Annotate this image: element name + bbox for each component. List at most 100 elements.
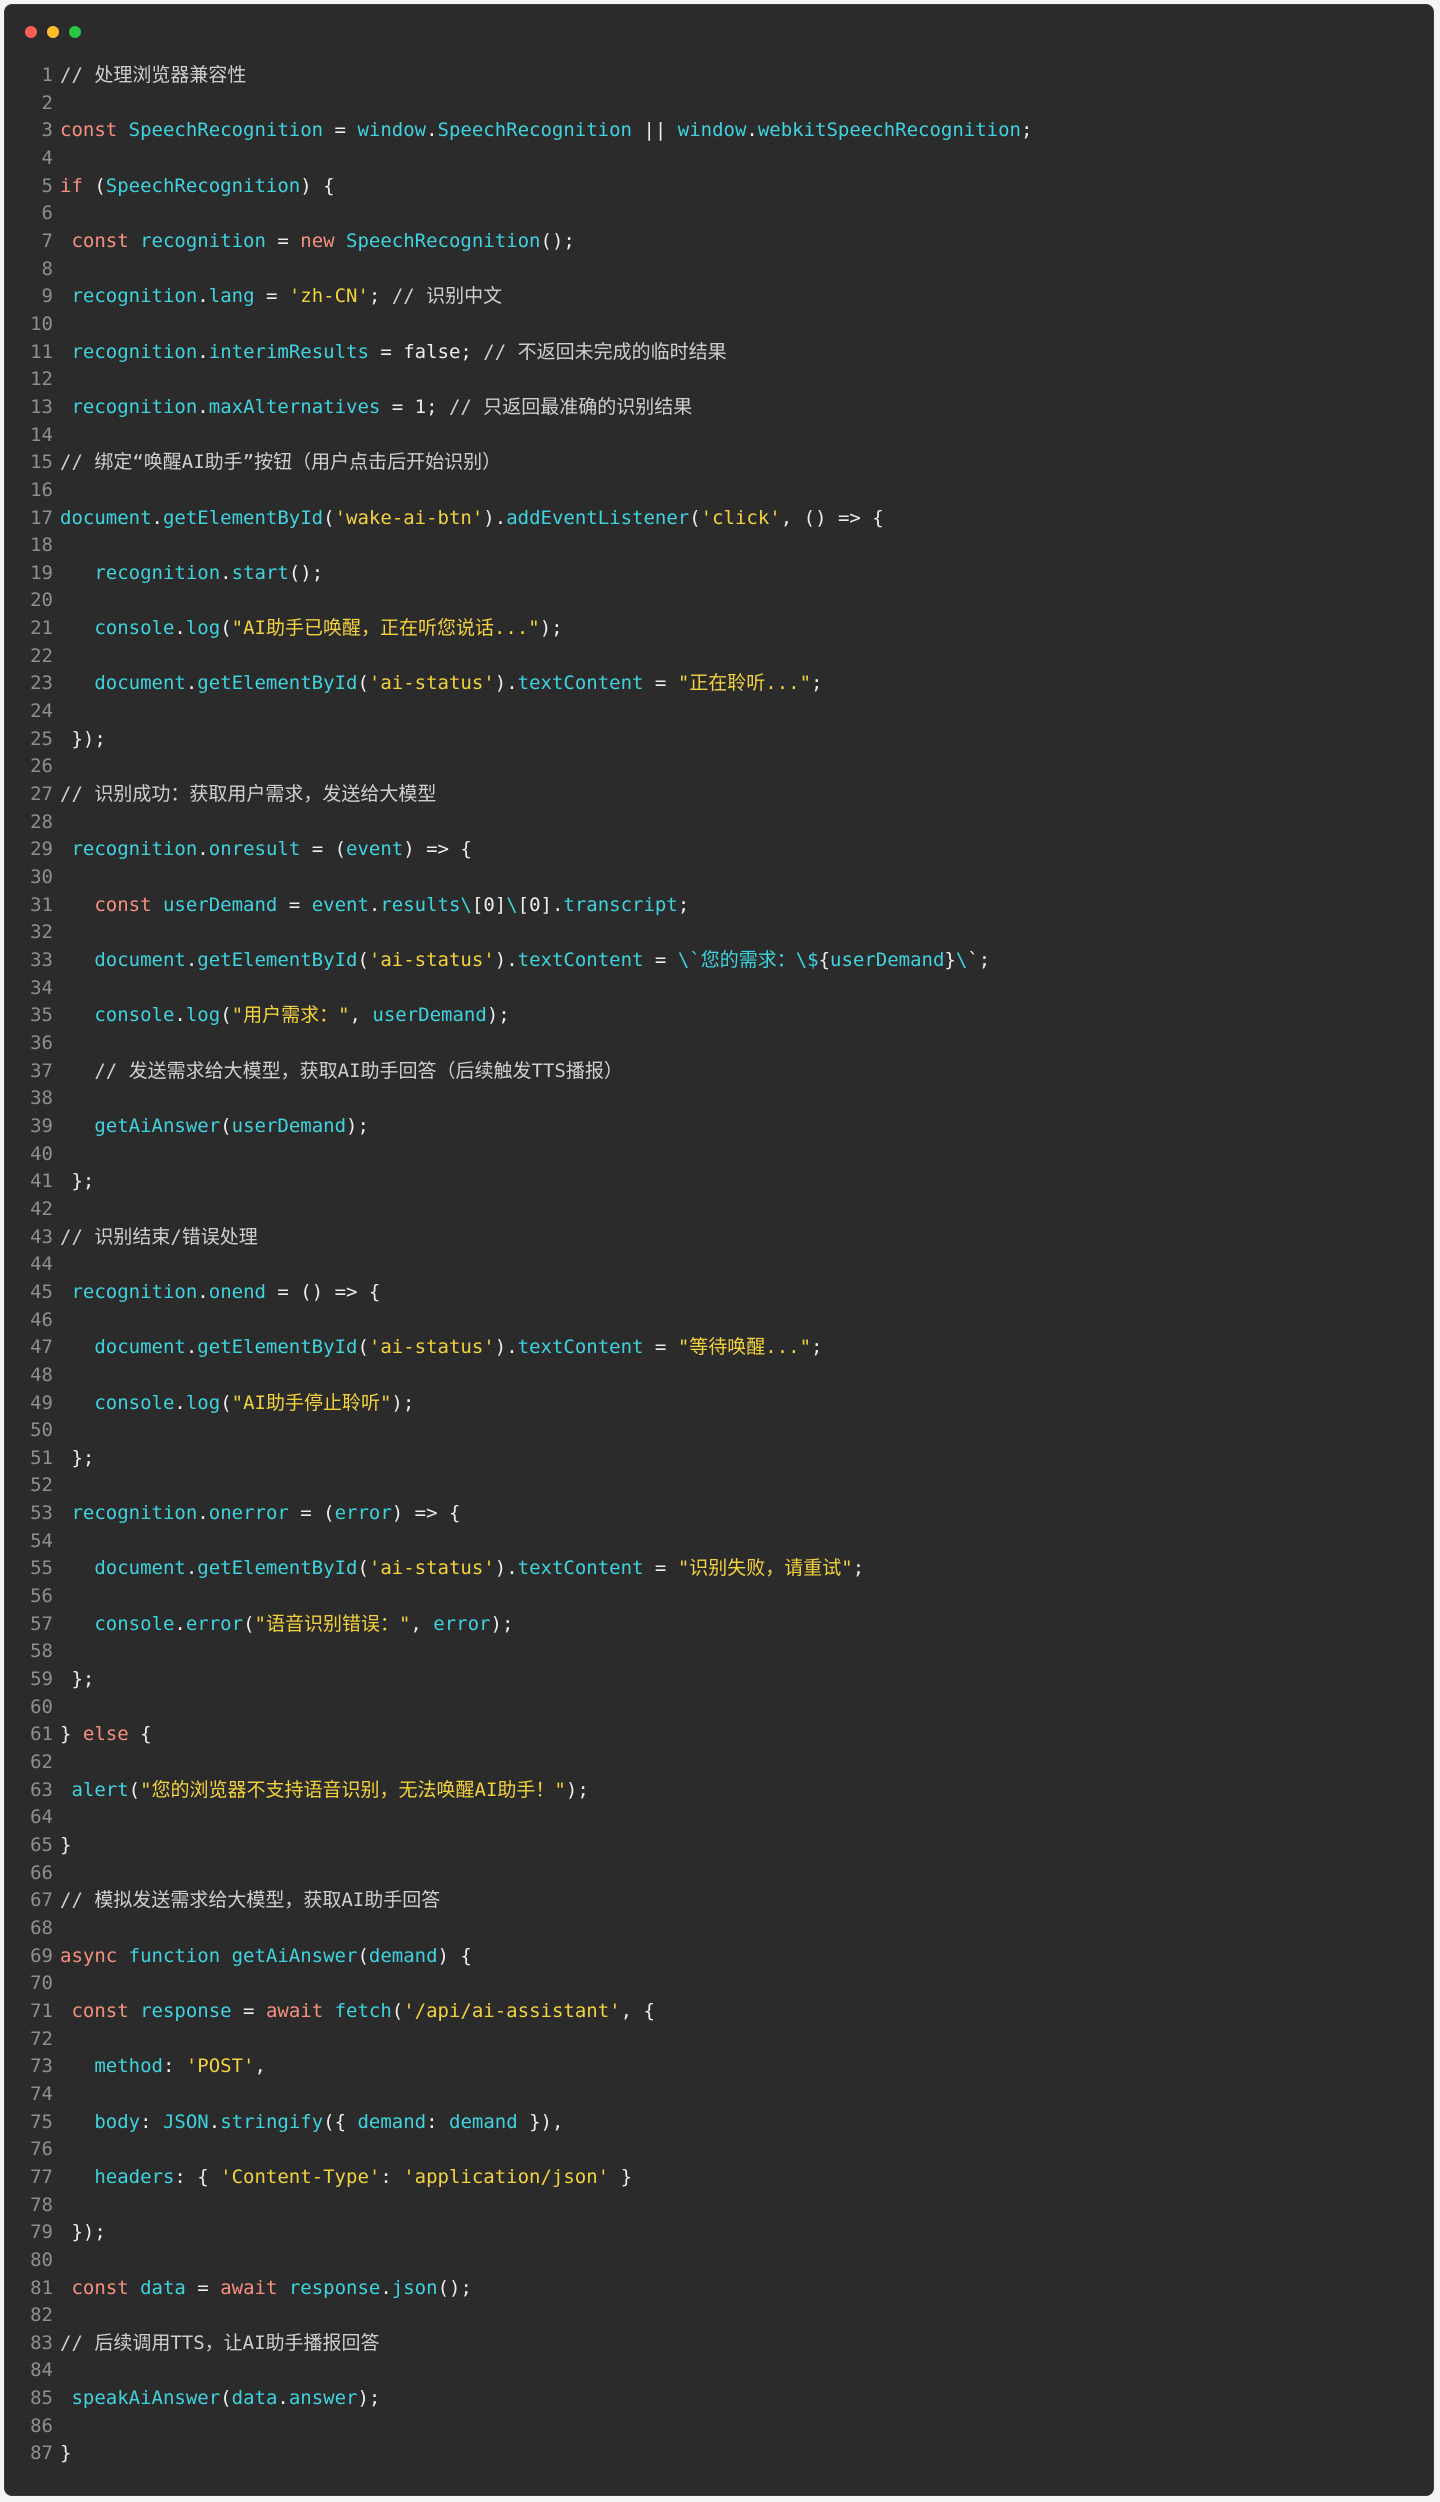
line-number: 3: [41, 119, 53, 142]
code-token: );: [357, 2387, 381, 2410]
code-token: getAiAnswer: [94, 1114, 221, 1137]
code-text: console.log("AI助手已唤醒，正在听您说话...");: [60, 615, 563, 643]
code-token: onresult: [208, 838, 301, 861]
code-token: results: [380, 893, 461, 916]
code-token: (: [220, 1004, 232, 1027]
code-token: (: [94, 174, 106, 197]
code-token: .: [185, 1336, 198, 1359]
code-token: (: [220, 617, 232, 640]
code-line: 38: [5, 1085, 1433, 1113]
close-window-icon[interactable]: [25, 26, 37, 38]
code-line: 2: [5, 90, 1433, 118]
code-line: 11 recognition.interimResults = false; /…: [5, 339, 1433, 367]
code-token: 'wake-ai-btn': [334, 506, 484, 529]
code-line: 83 // 后续调用TTS，让AI助手播报回答: [5, 2330, 1433, 2358]
code-token: .: [197, 1502, 209, 1525]
line-number: 44: [30, 1253, 53, 1276]
code-text: const response = await fetch('/api/ai-as…: [60, 1998, 654, 2026]
code-text: // 模拟发送需求给大模型，获取AI助手回答: [60, 1887, 440, 1915]
code-line: 20: [5, 587, 1433, 615]
code-token: textContent: [517, 1557, 644, 1580]
code-token: // 处理浏览器兼容性: [60, 64, 247, 86]
code-line: 76: [5, 2136, 1433, 2164]
code-token: .: [197, 838, 209, 861]
code-line: 49 console.log("AI助手停止聆听");: [5, 1390, 1433, 1418]
code-line: 10: [5, 311, 1433, 339]
code-line: 46: [5, 1307, 1433, 1335]
code-token: console: [94, 617, 175, 640]
line-number: 72: [30, 2027, 53, 2050]
code-editor[interactable]: 1// 处理浏览器兼容性 2 3 const SpeechRecognition = …: [5, 62, 1433, 2468]
line-number: 38: [30, 1087, 53, 1110]
code-line: 22: [5, 643, 1433, 671]
line-number: 40: [30, 1142, 53, 1165]
code-line: 8: [5, 256, 1433, 284]
code-line: 36: [5, 1030, 1433, 1058]
code-token: \`您的需求：\$: [677, 949, 819, 971]
code-token: );: [539, 617, 563, 640]
code-line: 45 recognition.onend = () => {: [5, 1279, 1433, 1307]
line-number: 60: [30, 1695, 53, 1718]
line-number: 24: [30, 700, 53, 723]
code-token: {: [818, 949, 831, 971]
code-line: 32: [5, 919, 1433, 947]
code-line: 37 // 发送需求给大模型，获取AI助手回答（后续触发TTS播报）: [5, 1058, 1433, 1086]
code-token: (: [689, 506, 701, 529]
code-token: getElementById: [197, 1336, 358, 1359]
code-text: };: [60, 1445, 94, 1473]
code-token: textContent: [517, 1336, 644, 1359]
code-token: =: [265, 229, 301, 252]
code-token: // 识别中文: [391, 285, 503, 308]
code-token: ).: [494, 1336, 518, 1359]
zoom-window-icon[interactable]: [69, 26, 81, 38]
code-text: recognition.lang = 'zh-CN'; // 识别中文: [60, 283, 502, 311]
code-text: body: JSON.stringify({ demand: demand })…: [60, 2109, 563, 2137]
minimize-window-icon[interactable]: [47, 26, 59, 38]
code-token: :: [140, 2110, 163, 2133]
code-token: .: [174, 617, 186, 640]
code-token: headers: [94, 2165, 175, 2188]
code-line: 85 speakAiAnswer(data.answer);: [5, 2385, 1433, 2413]
code-text: document.getElementById('ai-status').tex…: [60, 1555, 864, 1583]
code-text: const recognition = new SpeechRecognitio…: [60, 228, 574, 256]
code-text: };: [60, 1168, 94, 1196]
code-token: .: [426, 119, 438, 142]
code-token: ).: [494, 949, 518, 971]
code-token: ;: [852, 1557, 865, 1580]
code-token: document: [94, 1336, 186, 1359]
code-token: , () => {: [780, 506, 884, 529]
code-token: addEventListener: [506, 506, 690, 529]
code-token: console: [94, 1612, 175, 1635]
code-token: ).: [494, 672, 518, 695]
code-line: 79 });: [5, 2219, 1433, 2247]
line-number: 56: [30, 1585, 53, 1608]
code-token: response: [140, 1999, 232, 2022]
code-token: ();: [437, 2276, 472, 2299]
line-number: 75: [30, 2110, 53, 2133]
code-line: 84: [5, 2357, 1433, 2385]
code-token: start: [231, 561, 289, 584]
code-token: SpeechRecognition: [437, 119, 632, 142]
code-token: SpeechRecognition: [346, 229, 541, 252]
code-token: 'POST': [185, 2055, 255, 2078]
line-number: 43: [30, 1225, 53, 1248]
code-line: 80: [5, 2247, 1433, 2275]
code-line: 44: [5, 1251, 1433, 1279]
code-token: (: [357, 1557, 369, 1580]
code-token: // 只返回最准确的识别结果: [448, 395, 693, 418]
code-text: console.error("语音识别错误：", error);: [60, 1611, 513, 1639]
code-token: const: [71, 2276, 141, 2299]
line-number: 33: [30, 949, 53, 971]
code-token: data: [140, 2276, 186, 2299]
code-text: document.getElementById('wake-ai-btn').a…: [60, 505, 884, 533]
code-token: "正在聆听...": [677, 672, 812, 695]
code-text: // 发送需求给大模型，获取AI助手回答（后续触发TTS播报）: [60, 1058, 623, 1086]
